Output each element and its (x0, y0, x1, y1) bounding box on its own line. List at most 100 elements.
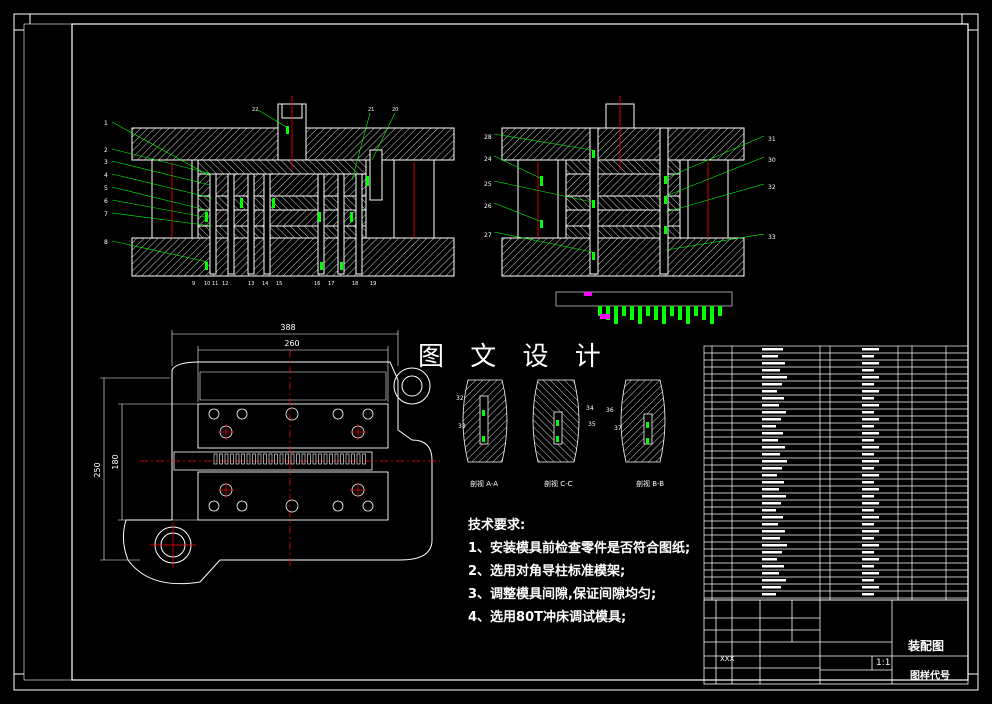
strip-cut (334, 453, 339, 465)
designer-name: XXX (720, 655, 735, 663)
bom-cell-text (862, 509, 874, 512)
part-label: 7 (104, 211, 108, 218)
watermark: 图 文 设 计 (418, 342, 610, 372)
note-item: 2、选用对角导柱标准模架; (468, 564, 626, 579)
section-details (462, 379, 666, 463)
bom-cell-text (762, 362, 785, 365)
bom-cell-text (762, 586, 781, 589)
part-label: 21 (368, 107, 374, 113)
bom-cell-text (762, 474, 777, 477)
note-item: 4、选用80T冲床调试模具; (468, 610, 627, 625)
strip-cut (279, 453, 284, 465)
section-label-cc: 剖视 C-C (544, 479, 573, 488)
part-label: 5 (104, 185, 108, 192)
bom-cell-text (862, 397, 874, 400)
bom-cell-text (862, 558, 879, 561)
bom-cell-text (862, 453, 874, 456)
drawing-scale: 1:1 (876, 658, 891, 668)
dim-overall-height: 250 (93, 462, 102, 477)
bom-cell-text (862, 537, 874, 540)
strip-cut (323, 453, 328, 465)
bom-cell-text (762, 495, 786, 498)
detail-label: 37 (614, 425, 622, 432)
strip-cut (263, 453, 267, 465)
bom-cell-text (862, 488, 879, 491)
part-label: 25 (484, 181, 492, 188)
part-labels-top: 22 21 20 (252, 107, 398, 113)
detail-label: 34 (586, 405, 594, 412)
bom-cell-text (862, 432, 879, 435)
strip-cut (235, 453, 240, 465)
bom-cell-text (862, 439, 874, 442)
part-label: 16 (314, 281, 320, 287)
part-label: 24 (484, 156, 492, 163)
bom-cell-text (762, 411, 786, 414)
part-label: 18 (352, 281, 358, 287)
dim-inner-height: 180 (111, 454, 120, 469)
strip-punch-mark (622, 306, 626, 316)
bom-cell-text (762, 488, 779, 491)
strip-punch-mark (646, 306, 650, 316)
strip-punch-mark (614, 306, 618, 324)
drawing-name: 装配图 (908, 639, 945, 653)
bom-cell-text (862, 446, 879, 449)
bom-cell-text (762, 530, 785, 533)
part-label: 10 (204, 281, 210, 287)
bom-cell-text (862, 425, 874, 428)
side-section-view (493, 96, 765, 277)
part-label: 12 (222, 281, 228, 287)
note-item: 1、安装模具前检查零件是否符合图纸; (468, 541, 691, 556)
strip-cut (219, 453, 223, 465)
part-label: 31 (768, 136, 776, 143)
strip-punch-mark (718, 306, 722, 316)
strip-cut (296, 453, 300, 465)
strip-cut (285, 453, 289, 465)
part-label: 26 (484, 203, 492, 210)
detail-label: 32 (456, 395, 464, 402)
strip-cut (312, 453, 317, 465)
strip-cut (213, 453, 218, 465)
bom-cell-text (762, 481, 784, 484)
part-label: 32 (768, 184, 776, 191)
part-label: 28 (484, 134, 492, 141)
bom-cell-text (862, 530, 879, 533)
bom-cell-text (862, 383, 874, 386)
bom-cell-text (862, 355, 874, 358)
bom-cell-text (762, 348, 783, 351)
note-item: 3、调整模具间隙,保证间隙均匀; (468, 587, 657, 602)
bom-cell-text (762, 404, 779, 407)
bom-cell-text (862, 474, 879, 477)
strip-punch-mark (662, 306, 666, 324)
strip-punch-mark (654, 306, 658, 320)
dim-inner-width: 260 (284, 339, 299, 348)
strip-cut (230, 453, 234, 465)
bom-cell-text (762, 509, 776, 512)
bom-cell-text (762, 425, 776, 428)
part-label: 9 (192, 281, 195, 287)
strip-punch-mark (694, 306, 698, 316)
bom-cell-text (862, 369, 874, 372)
strip-layout (555, 291, 733, 324)
bom-cell-text (862, 572, 879, 575)
part-label: 8 (104, 239, 108, 246)
strip-cut (329, 453, 333, 465)
drawing-code: 图样代号 (910, 671, 950, 682)
bom-cell-text (762, 523, 778, 526)
strip-cut (362, 453, 366, 465)
bom-cell-text (862, 586, 879, 589)
part-label: 33 (768, 234, 776, 241)
strip-cut (318, 453, 322, 465)
bom-cell-text (862, 362, 879, 365)
bom-cell-text (762, 432, 783, 435)
bom-cell-text (762, 397, 784, 400)
strip-punch-mark (702, 306, 706, 320)
strip-punch-mark (630, 306, 634, 320)
bom-cell-text (862, 593, 874, 596)
detail-label: 35 (588, 421, 596, 428)
strip-punch-mark (686, 306, 690, 324)
bom-cell-text (862, 502, 879, 505)
strip-punch-mark (678, 306, 682, 320)
part-label: 14 (262, 281, 268, 287)
detail-label: 33 (458, 423, 466, 430)
bom-cell-text (862, 390, 879, 393)
